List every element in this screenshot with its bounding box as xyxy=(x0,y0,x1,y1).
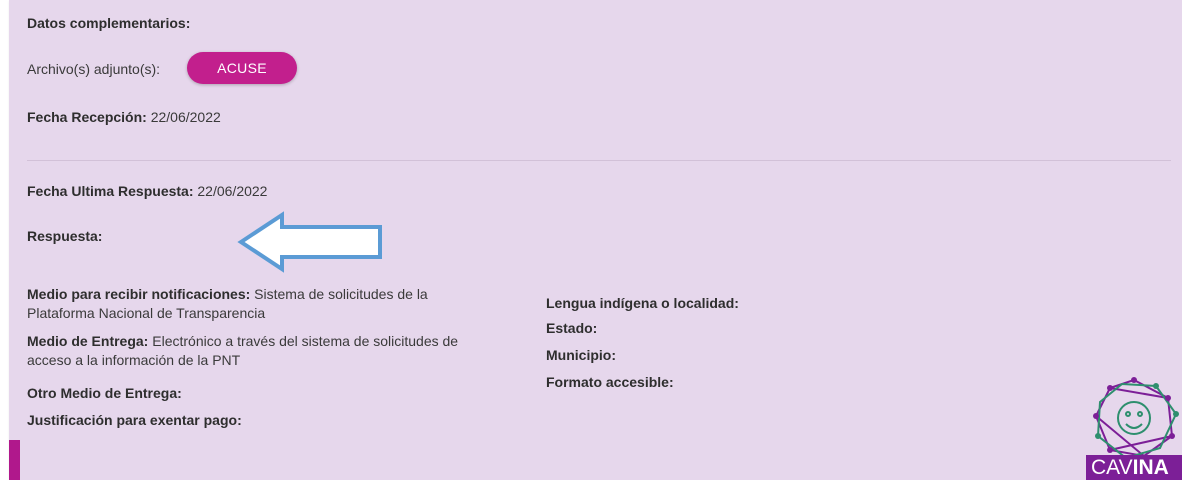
logo-text-bold: INA xyxy=(1132,456,1169,479)
logo-text-light: CAV xyxy=(1091,456,1133,479)
notifications-label: Medio para recibir notificaciones: xyxy=(27,286,251,302)
section-title: Datos complementarios: xyxy=(27,15,191,31)
section-divider xyxy=(27,160,1171,161)
last-response-date-row: Fecha Ultima Respuesta: 22/06/2022 xyxy=(27,182,267,200)
side-tab[interactable] xyxy=(9,440,20,480)
acuse-button[interactable]: ACUSE xyxy=(187,52,297,84)
justification-label: Justificación para exentar pago: xyxy=(27,412,242,428)
notifications-field: Medio para recibir notificaciones: Siste… xyxy=(27,285,497,323)
reception-date-value: 22/06/2022 xyxy=(150,109,221,125)
state-label: Estado: xyxy=(546,320,598,336)
reception-date-row: Fecha Recepción: 22/06/2022 xyxy=(27,108,221,126)
last-response-date-label: Fecha Ultima Respuesta: xyxy=(27,183,194,199)
attachments-row: Archivo(s) adjunto(s): xyxy=(27,60,160,78)
response-label: Respuesta: xyxy=(27,228,103,244)
delivery-label: Medio de Entrega: xyxy=(27,333,149,349)
language-label: Lengua indígena o localidad: xyxy=(546,295,739,311)
details-panel xyxy=(9,0,1182,480)
other-delivery-label: Otro Medio de Entrega: xyxy=(27,385,182,401)
left-arrow-annotation xyxy=(237,211,382,273)
delivery-field: Medio de Entrega: Electrónico a través d… xyxy=(27,332,497,370)
attachments-label: Archivo(s) adjunto(s): xyxy=(27,61,161,77)
cavina-logo-text: CAVINA xyxy=(1086,455,1182,480)
left-arrow-icon xyxy=(237,211,382,273)
reception-date-label: Fecha Recepción: xyxy=(27,109,147,125)
last-response-date-value: 22/06/2022 xyxy=(197,183,268,199)
format-label: Formato accesible: xyxy=(546,374,674,390)
municipality-label: Municipio: xyxy=(546,347,616,363)
